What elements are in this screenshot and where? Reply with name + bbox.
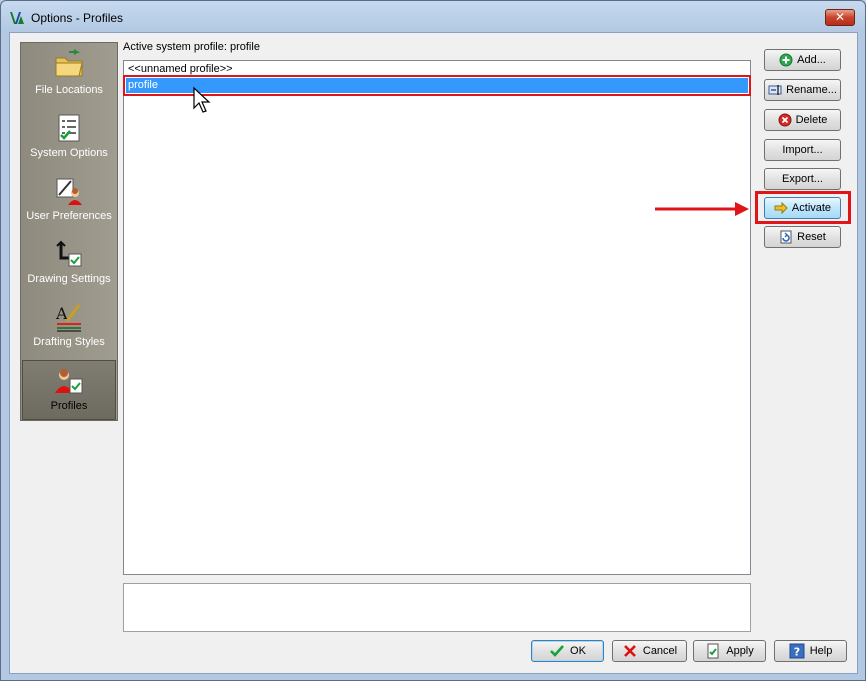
cancel-label: Cancel (642, 645, 678, 657)
delete-icon (778, 113, 792, 127)
active-profile-label: Active system profile: profile (123, 41, 260, 53)
sidebar-item-label: Drawing Settings (27, 273, 111, 285)
drawing-settings-icon (56, 240, 82, 267)
export-button[interactable]: Export... (764, 168, 841, 190)
folder-icon (55, 49, 83, 77)
close-button[interactable]: ✕ (825, 9, 855, 26)
help-label: Help (809, 645, 833, 657)
import-button[interactable]: Import... (764, 139, 841, 161)
ok-label: OK (570, 645, 586, 657)
activate-button[interactable]: Activate (764, 197, 841, 219)
add-icon (779, 53, 793, 67)
drafting-styles-icon: A (55, 304, 81, 332)
profile-description-box (123, 583, 751, 632)
profile-list[interactable]: <<unnamed profile>> profile (123, 60, 751, 575)
help-icon: ? (789, 643, 805, 659)
reset-button[interactable]: Reset (764, 226, 841, 248)
sidebar-item-label: User Preferences (26, 210, 112, 222)
rename-button[interactable]: Rename... (764, 79, 841, 101)
delete-button[interactable]: Delete (764, 109, 841, 131)
apply-icon (707, 643, 719, 659)
cancel-icon (623, 645, 636, 657)
arrow-right-icon (774, 201, 788, 215)
activate-label: Activate (791, 202, 832, 214)
reset-icon (780, 230, 792, 244)
help-button[interactable]: ? Help (774, 640, 847, 662)
apply-label: Apply (726, 645, 754, 657)
options-sidebar: File Locations System Options User Prefe… (20, 42, 118, 421)
list-item[interactable]: <<unnamed profile>> (126, 62, 748, 77)
delete-label: Delete (795, 114, 828, 126)
options-window: Options - Profiles ✕ File Locations Syst… (0, 0, 866, 681)
checklist-icon (58, 114, 80, 142)
import-label: Import... (782, 144, 823, 156)
apply-button[interactable]: Apply (693, 640, 766, 662)
list-item-selected[interactable]: profile (123, 75, 751, 96)
sidebar-item-label: System Options (30, 147, 108, 159)
svg-text:?: ? (793, 646, 799, 659)
add-label: Add... (797, 54, 826, 66)
cancel-button[interactable]: Cancel (612, 640, 687, 662)
title-bar[interactable]: Options - Profiles ✕ (1, 1, 865, 35)
export-label: Export... (782, 173, 823, 185)
sidebar-item-system-options[interactable]: System Options (22, 108, 116, 168)
sidebar-item-drafting-styles[interactable]: A Drafting Styles (22, 297, 116, 357)
mouse-cursor-icon (193, 86, 211, 113)
add-button[interactable]: Add... (764, 49, 841, 71)
sidebar-item-label: Drafting Styles (33, 336, 105, 348)
window-title: Options - Profiles (31, 11, 124, 25)
sidebar-item-drawing-settings[interactable]: Drawing Settings (22, 234, 116, 294)
red-arrow-annotation (655, 202, 749, 216)
dialog-client: File Locations System Options User Prefe… (9, 32, 858, 674)
sidebar-item-label: Profiles (50, 400, 88, 412)
app-logo-icon (10, 12, 24, 24)
ok-button[interactable]: OK (531, 640, 604, 662)
rename-label: Rename... (786, 84, 837, 96)
check-icon (550, 645, 565, 657)
sidebar-item-profiles[interactable]: Profiles (22, 360, 116, 420)
reset-label: Reset (797, 231, 826, 243)
rename-icon (768, 85, 782, 95)
sidebar-item-file-locations[interactable]: File Locations (22, 45, 116, 105)
sidebar-item-label: File Locations (35, 84, 103, 96)
profiles-icon (55, 369, 83, 394)
user-prefs-icon (56, 178, 82, 205)
sidebar-item-user-preferences[interactable]: User Preferences (22, 171, 116, 231)
